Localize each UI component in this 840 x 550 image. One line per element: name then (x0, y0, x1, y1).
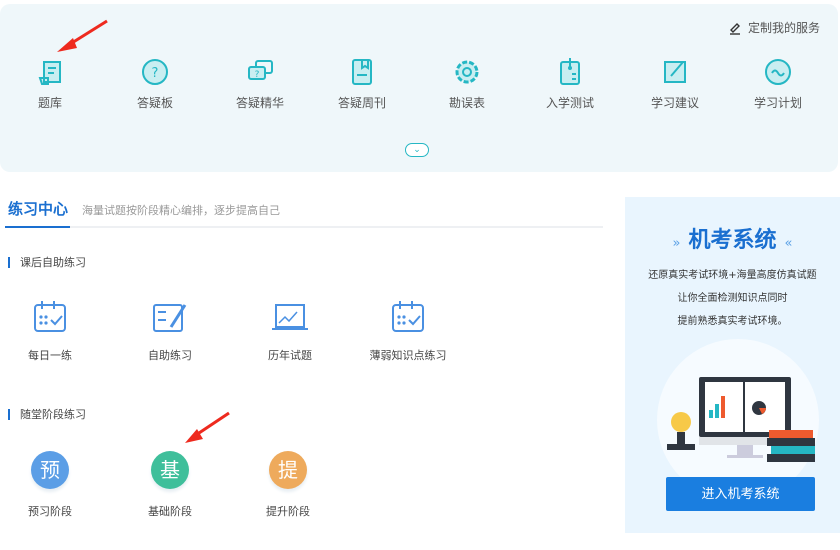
stage-item[interactable]: 提提升阶段 (238, 451, 338, 519)
stage-item[interactable]: 预预习阶段 (0, 451, 100, 519)
title-divider (5, 226, 603, 228)
exam-desc-line: 还原真实考试环境+海量高度仿真试题 (648, 270, 817, 281)
pencil-icon (729, 22, 740, 35)
red-arrow-annotation (185, 411, 230, 443)
service-double-bubble[interactable]: ? 答疑精华 (215, 56, 305, 111)
laptop-chart-icon (272, 304, 308, 330)
stage-item[interactable]: 基基础阶段 (120, 451, 220, 519)
service-bookmark-book[interactable]: 答疑周刊 (317, 56, 407, 111)
question-bubble-icon: ? (142, 59, 168, 85)
scroll-icon (38, 61, 61, 85)
stage-badge: 预 (31, 451, 69, 489)
edit-square-icon (664, 61, 686, 83)
stage-badge: 基 (151, 451, 189, 489)
computer-illustration (667, 377, 815, 462)
practice-item[interactable]: 薄弱知识点练习 (358, 295, 458, 363)
service-question-bubble[interactable]: ? 答疑板 (110, 56, 200, 111)
practice-item[interactable]: 每日一练 (0, 295, 100, 363)
expand-chevron-button[interactable]: ⌄ (405, 143, 429, 157)
section-after-class: 课后自助练习 (8, 257, 86, 268)
calendar-check-icon (34, 301, 66, 332)
exam-system-panel: » 机考系统 « 还原真实考试环境+海量高度仿真试题 让你全面检测知识点同时 提前熟… (625, 197, 840, 533)
gear-icon (455, 60, 479, 84)
red-arrow-annotation (57, 19, 108, 52)
service-clipboard[interactable]: 入学测试 (525, 56, 615, 111)
service-gear[interactable]: 勘误表 (422, 56, 512, 111)
wave-circle-icon (765, 59, 791, 85)
svg-text:?: ? (255, 70, 260, 80)
exam-desc-line: 让你全面检测知识点同时 (677, 293, 788, 304)
enter-exam-system-button[interactable]: 进入机考系统 (666, 477, 815, 511)
practice-item[interactable]: 自助练习 (120, 295, 220, 363)
bookmark-book-icon (352, 59, 372, 85)
section-in-class: 随堂阶段练习 (8, 409, 86, 420)
customize-service-link[interactable]: 定制我的服务 (728, 19, 820, 36)
calendar-check-icon (392, 301, 424, 332)
service-edit-square[interactable]: 学习建议 (630, 56, 720, 111)
double-bubble-icon: ? (248, 60, 273, 80)
stage-badge: 提 (269, 451, 307, 489)
service-scroll[interactable]: 题库 (5, 56, 95, 111)
practice-center-subtitle: 海量试题按阶段精心编排，逐步提高自己 (82, 204, 280, 217)
practice-item[interactable]: 历年试题 (240, 295, 340, 363)
exam-desc-line: 提前熟悉真实考试环境。 (677, 316, 788, 327)
exam-title: » 机考系统 « (672, 228, 793, 253)
clipboard-icon (560, 58, 580, 85)
form-pen-icon (153, 304, 187, 332)
svg-text:?: ? (152, 66, 159, 81)
service-wave-circle[interactable]: 学习计划 (733, 56, 823, 111)
practice-center-title: 练习中心 (8, 200, 69, 218)
